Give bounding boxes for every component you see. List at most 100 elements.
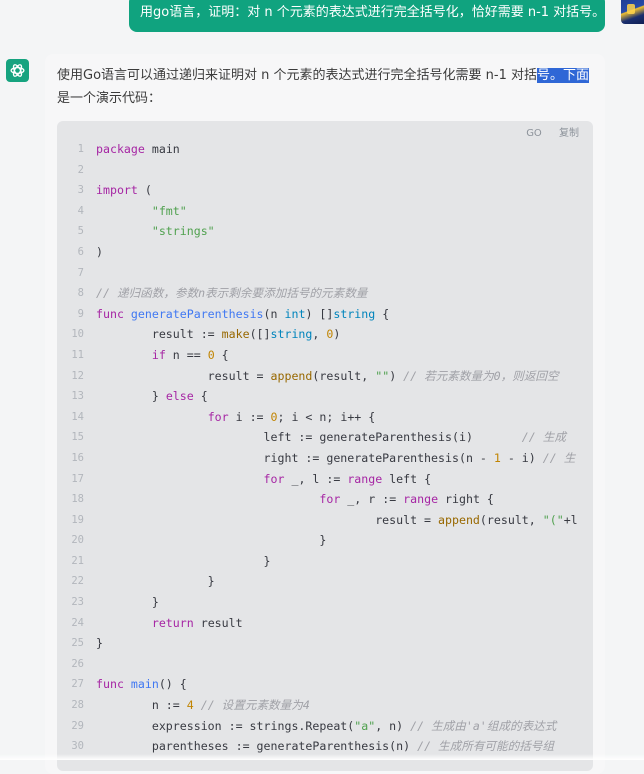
intro-text-selection: 号。下面 <box>537 68 590 83</box>
code-token: for <box>319 492 341 507</box>
code-token: generateParenthesis <box>130 306 264 321</box>
code-token: append <box>270 368 313 383</box>
code-token: "" <box>375 368 390 383</box>
code-token: import <box>96 183 138 198</box>
code-token: } <box>96 389 166 404</box>
code-line: 18 for _, r := range right { <box>57 489 593 510</box>
code-token: } <box>96 574 215 589</box>
line-number: 14 <box>71 410 84 423</box>
code-token: range <box>403 492 439 507</box>
code-token: { <box>375 306 390 321</box>
code-comment: // 若元素数量为0，则返回空 <box>403 368 559 383</box>
line-code: right := generateParenthesis(n - 1 - i) … <box>96 448 576 469</box>
code-line: 24 return result <box>57 613 593 634</box>
line-number: 13 <box>71 390 84 403</box>
code-line: 15 left := generateParenthesis(i) // 生成 <box>57 427 593 448</box>
code-token: "a" <box>354 718 376 733</box>
code-line: 14 for i := 0; i < n; i++ { <box>57 407 593 428</box>
line-number: 23 <box>71 596 84 609</box>
code-comment: // 生成由'a'组成的表达式 <box>410 718 557 733</box>
code-line: 20 } <box>57 530 593 551</box>
code-token: if <box>151 347 166 362</box>
code-token: append <box>438 512 480 527</box>
code-token: { <box>193 389 208 404</box>
line-code: if n == 0 { <box>96 345 229 366</box>
code-token: 0 <box>270 409 278 424</box>
code-token: 4 <box>186 698 194 713</box>
line-code: for _, r := range right { <box>96 489 494 510</box>
copy-button[interactable]: 复制 <box>559 128 579 139</box>
assistant-intro-text: 使用Go语言可以通过递归来证明对 n 个元素的表达式进行完全括号化需要 n-1 … <box>57 64 593 110</box>
line-code: } <box>96 592 159 613</box>
line-number: 26 <box>71 657 84 670</box>
code-token: return <box>151 615 194 630</box>
code-token: } <box>96 595 159 610</box>
code-token: result = <box>96 368 271 383</box>
code-token: 0 <box>207 347 215 362</box>
line-code: } <box>96 551 271 572</box>
line-number: 27 <box>71 678 84 691</box>
code-line: 29 expression := strings.Repeat("a", n) … <box>57 716 593 737</box>
code-comment: // 递归函数，参数n表示剩余要添加括号的元素数量 <box>96 286 368 301</box>
code-token: range <box>347 471 383 486</box>
code-token: for <box>207 409 229 424</box>
code-line: 3 import ( <box>57 180 593 201</box>
code-line: 25} <box>57 633 593 654</box>
user-message-bubble: 用go语言，证明：对 n 个元素的表达式进行完全括号化，恰好需要 n-1 对括号… <box>129 0 605 32</box>
line-code: } <box>96 571 215 592</box>
line-number: 10 <box>71 328 84 341</box>
line-code: func main() { <box>96 674 187 695</box>
line-number: 2 <box>77 163 84 176</box>
code-token: , <box>312 327 327 342</box>
line-code: for _, l := range left { <box>96 469 432 490</box>
code-line: 10 result := make([]string, 0) <box>57 324 593 345</box>
code-line: 17 for _, l := range left { <box>57 469 593 490</box>
code-token: result := <box>96 327 222 342</box>
code-token: for <box>263 471 285 486</box>
code-line: 26 <box>57 654 593 675</box>
line-number: 24 <box>71 616 84 629</box>
code-token: (result, <box>312 368 376 383</box>
code-token: int <box>284 306 306 321</box>
code-token: right := generateParenthesis(n - <box>96 450 494 465</box>
line-code: result = append(result, "("+l <box>96 510 577 531</box>
user-avatar[interactable] <box>621 0 644 24</box>
code-token: ; i < n; i++ { <box>277 409 376 424</box>
line-code: package main <box>96 139 180 160</box>
line-code: return result <box>96 613 243 634</box>
code-token: } <box>96 636 103 651</box>
code-token: ) [] <box>305 306 334 321</box>
code-comment: // 生成 <box>521 430 566 445</box>
line-number: 4 <box>77 204 84 217</box>
line-number: 7 <box>77 266 84 279</box>
code-token: parentheses := generateParenthesis(n) <box>96 739 418 754</box>
code-token: else <box>165 389 194 404</box>
code-line: 22 } <box>57 571 593 592</box>
code-line: 23 } <box>57 592 593 613</box>
code-token: , n) <box>375 718 411 733</box>
line-code: result := make([]string, 0) <box>96 324 341 345</box>
code-token: ( <box>137 183 152 198</box>
line-number: 28 <box>71 699 84 712</box>
code-line: 2 <box>57 160 593 181</box>
line-code: ) <box>96 242 103 263</box>
line-number: 5 <box>77 225 84 238</box>
line-number: 19 <box>71 513 84 526</box>
line-number: 1 <box>77 143 84 155</box>
code-token: result <box>193 615 243 630</box>
code-line: 7 <box>57 263 593 284</box>
code-token: "(" <box>542 512 564 527</box>
code-token: "strings" <box>151 224 215 239</box>
code-token: 1 <box>493 450 501 465</box>
code-token: result = <box>96 512 439 527</box>
code-token: func <box>96 677 124 692</box>
line-code: expression := strings.Repeat("a", n) // … <box>96 716 557 737</box>
code-token: } <box>96 533 327 548</box>
code-token: string <box>270 327 313 342</box>
